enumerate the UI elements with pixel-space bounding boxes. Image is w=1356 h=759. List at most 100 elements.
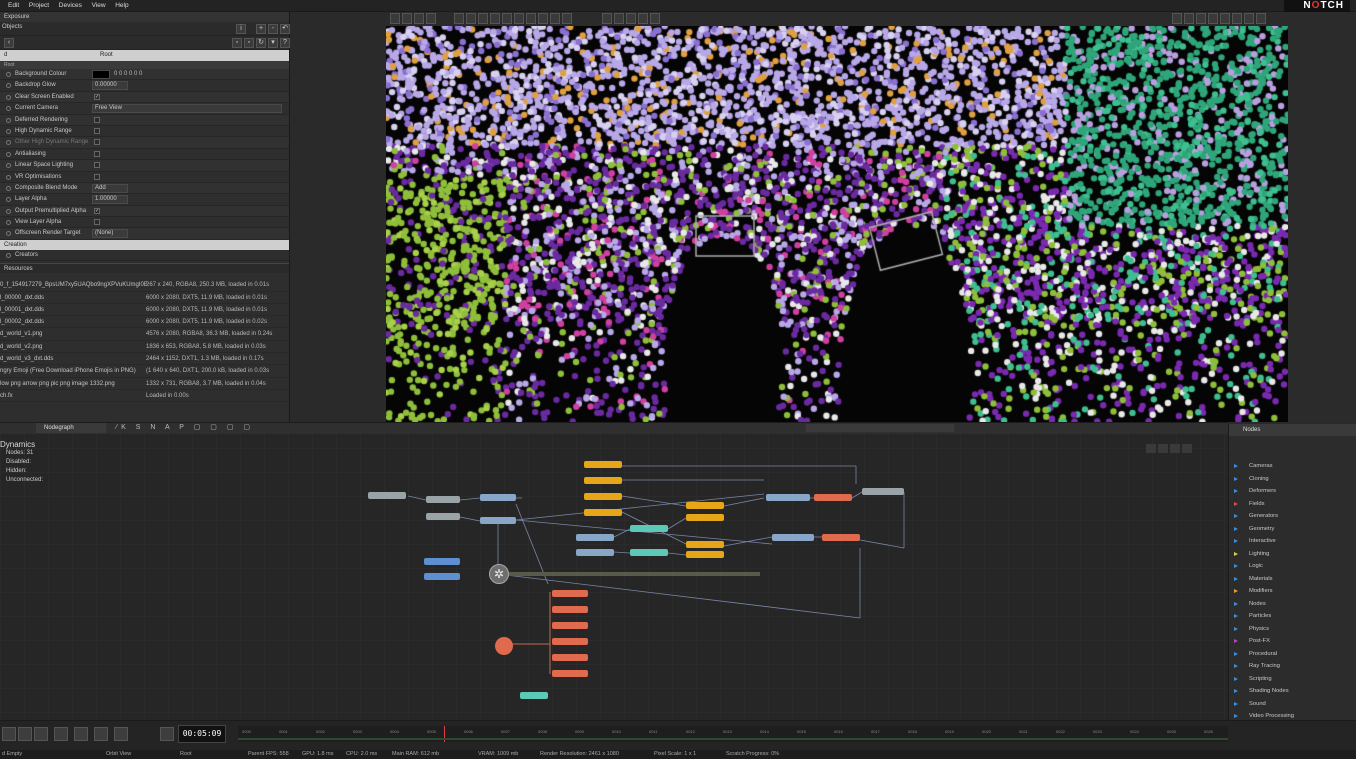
graph-node[interactable] [686, 541, 724, 548]
root-hub-icon[interactable]: ✲ [489, 564, 509, 584]
keyframe-icon[interactable] [6, 208, 11, 214]
reset-view-icon[interactable] [1220, 13, 1230, 24]
copy-button[interactable]: ▫ [232, 38, 242, 48]
graph-node[interactable] [584, 493, 622, 500]
bounds-tool-icon[interactable] [538, 13, 548, 24]
node-category[interactable]: Cameras [1229, 460, 1356, 473]
expand-arrow-icon[interactable] [1234, 626, 1238, 631]
expand-arrow-icon[interactable] [1234, 501, 1238, 506]
graph-node[interactable] [424, 558, 460, 565]
back-icon[interactable] [34, 727, 48, 741]
graph-node[interactable] [426, 513, 460, 520]
property-field[interactable]: Add [92, 183, 128, 193]
orbit-view-icon[interactable] [1196, 13, 1206, 24]
postfx-mode-icon[interactable] [638, 13, 648, 24]
remove-button[interactable]: - [268, 24, 278, 34]
gizmo-tool-icon[interactable] [562, 13, 572, 24]
graph-node[interactable] [520, 692, 548, 699]
keyframe-icon[interactable] [6, 197, 11, 203]
expand-arrow-icon[interactable] [1234, 689, 1238, 693]
node-category[interactable]: Shading Nodes [1229, 685, 1356, 698]
help-button[interactable]: ? [280, 38, 290, 48]
graph-node[interactable] [480, 494, 516, 501]
property-row[interactable]: Clear Screen Enabled ✓ [0, 91, 289, 104]
stats-tool-icon[interactable] [550, 13, 560, 24]
graph-node[interactable] [552, 606, 588, 613]
node-category[interactable]: Interactive [1229, 535, 1356, 548]
node-category[interactable]: Deformers [1229, 485, 1356, 498]
node-category[interactable]: Fields [1229, 498, 1356, 511]
shadow-mode-icon[interactable] [626, 13, 636, 24]
graph-node[interactable] [862, 488, 904, 495]
property-checkbox[interactable] [94, 127, 100, 134]
keyframe-icon[interactable] [6, 174, 11, 180]
expand-arrow-icon[interactable] [1234, 614, 1238, 618]
resource-row[interactable]: l_00002_dxt.dds 6000 x 2080, DXT5, 11.9 M… [0, 316, 289, 329]
expand-arrow-icon[interactable] [1234, 664, 1238, 668]
keyframe-icon[interactable] [6, 117, 11, 123]
graph-node[interactable] [584, 509, 622, 516]
tab-nodegraph[interactable]: Nodegraph [36, 423, 106, 433]
paste-button[interactable]: ▫ [244, 38, 254, 48]
graph-node[interactable] [630, 549, 668, 556]
graph-node[interactable] [424, 573, 460, 580]
overlay-tool-icon[interactable] [514, 13, 524, 24]
snap-tool-icon[interactable] [454, 13, 464, 24]
property-row[interactable]: Backdrop Glow 0.00000 [0, 80, 289, 92]
step-forward-icon[interactable] [94, 727, 108, 741]
light-tool-icon[interactable] [490, 13, 500, 24]
keyframe-icon[interactable] [6, 163, 11, 169]
graph-node[interactable] [584, 477, 622, 484]
graph-node[interactable] [686, 502, 724, 509]
camera-tool-icon[interactable] [478, 13, 488, 24]
node-category[interactable]: Modifiers [1229, 585, 1356, 598]
rewind-icon[interactable] [54, 727, 68, 741]
select-tool-icon[interactable] [390, 13, 400, 24]
property-field[interactable]: 1.00000 [92, 195, 128, 205]
wireframe-tool-icon[interactable] [526, 13, 536, 24]
property-row[interactable]: Background Colour 0 0 0 0 0 0 [0, 69, 289, 81]
graph-node[interactable] [552, 590, 588, 597]
fullscreen-icon[interactable] [1256, 13, 1266, 24]
zoom-out-icon[interactable] [1244, 13, 1254, 24]
property-row[interactable]: Output Premultiplied Alpha ✓ [0, 205, 289, 218]
node-category[interactable]: Physics [1229, 623, 1356, 636]
graph-node[interactable] [686, 514, 724, 521]
node-category[interactable]: Procedural [1229, 648, 1356, 661]
display-mode-icon[interactable] [650, 13, 660, 24]
view-tool-icon[interactable] [502, 13, 512, 24]
property-checkbox[interactable] [94, 173, 100, 180]
expand-arrow-icon[interactable] [1234, 601, 1238, 606]
property-row[interactable]: Composite Blend Mode Add [0, 182, 289, 195]
node-category[interactable]: Geometry [1229, 523, 1356, 536]
property-row[interactable]: VR Optimisations [0, 172, 289, 183]
render-mode-icon[interactable] [602, 13, 612, 24]
node-category[interactable]: Materials [1229, 573, 1356, 586]
collapse-button[interactable]: ▾ [268, 38, 278, 48]
node-category[interactable]: Post-FX [1229, 635, 1356, 648]
property-field[interactable]: (None) [92, 229, 128, 239]
record-icon[interactable] [160, 727, 174, 741]
property-checkbox[interactable]: ✓ [94, 93, 100, 100]
graph-node[interactable] [576, 549, 614, 556]
keyframe-icon[interactable] [6, 231, 11, 237]
loop-icon[interactable] [2, 727, 16, 741]
playback-toolbar[interactable] [806, 423, 956, 433]
expand-arrow-icon[interactable] [1234, 676, 1238, 681]
fast-forward-icon[interactable] [114, 727, 128, 741]
resource-row[interactable]: l_00000_dxt.dds 6000 x 2080, DXT5, 11.9 M… [0, 292, 289, 304]
add-button[interactable]: + [256, 24, 266, 34]
emitter-node-icon[interactable] [495, 637, 513, 655]
property-row[interactable]: View Layer Alpha [0, 217, 289, 229]
graph-node[interactable] [426, 496, 460, 503]
property-checkbox[interactable] [94, 162, 100, 169]
property-checkbox[interactable] [94, 139, 100, 146]
keyframe-icon[interactable] [6, 185, 11, 191]
node-category[interactable]: Generators [1229, 510, 1356, 523]
menu-project[interactable]: Project [29, 0, 49, 12]
menu-view[interactable]: View [92, 0, 106, 12]
scale-tool-icon[interactable] [426, 13, 436, 24]
expand-arrow-icon[interactable] [1234, 514, 1238, 518]
property-row[interactable]: Linear Space Lighting [0, 160, 289, 172]
expand-arrow-icon[interactable] [1234, 539, 1238, 543]
